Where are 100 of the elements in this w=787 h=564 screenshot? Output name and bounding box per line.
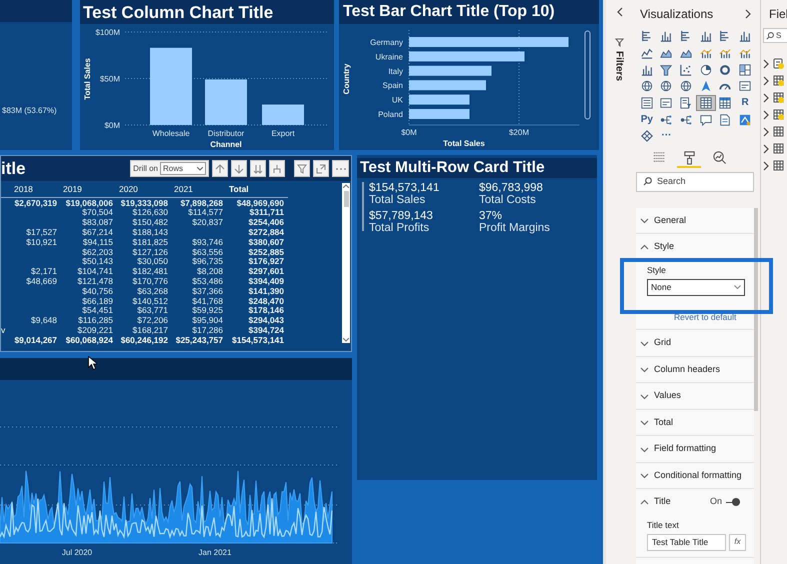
table-cell-text: $126,630 (132, 208, 169, 217)
format-tab[interactable] (677, 148, 701, 168)
section-header[interactable]: Column headers (640, 362, 720, 376)
field-label: Title text (647, 518, 680, 532)
category-label: Spain (382, 81, 403, 90)
speech-bubble-icon[interactable] (700, 114, 712, 126)
scrollbar-thumb[interactable] (754, 208, 758, 411)
section-header[interactable]: Style (640, 240, 674, 254)
table-cell-text: $66,189 (81, 296, 114, 306)
table-cell-text: $127,126 (132, 248, 169, 256)
card-icon[interactable] (739, 80, 752, 92)
column-chart-icon[interactable] (640, 64, 653, 76)
visual-button[interactable]: ··· (656, 128, 676, 145)
toggle-label: On (710, 495, 722, 508)
card-icon[interactable] (660, 97, 672, 110)
style-dropdown[interactable]: None (647, 278, 745, 296)
document-icon[interactable] (719, 114, 732, 126)
column-header: 2020 (118, 182, 139, 196)
table-cell-text: $17,286 (191, 326, 224, 334)
bar (409, 94, 470, 105)
pane-title: Visualizations (640, 6, 714, 23)
globe-icon[interactable] (660, 80, 672, 92)
category-label: Italy (388, 66, 403, 76)
column-chart-icon[interactable] (700, 30, 712, 42)
expand-level-button[interactable] (250, 160, 266, 177)
card-label: Total Costs (479, 194, 537, 206)
filter-icon (297, 164, 307, 174)
funnel-icon[interactable] (660, 64, 672, 76)
table-cell-text: $95,904 (191, 316, 224, 325)
toggle-switch[interactable] (726, 498, 740, 506)
search-field[interactable]: Search (636, 172, 754, 192)
table-cell-text: $188,143 (132, 228, 169, 237)
matrix-icon[interactable] (719, 97, 732, 110)
combo-chart-icon[interactable] (739, 47, 752, 60)
pie-chart-icon[interactable] (700, 64, 712, 76)
treemap-icon[interactable] (739, 64, 752, 76)
card-label: Profit Margins (479, 222, 551, 234)
expand-icon[interactable] (745, 9, 752, 19)
fx-button[interactable]: fx (729, 534, 746, 551)
data-label: $83M (53.67%) (2, 106, 57, 115)
table-cell-text: $2,670,319 (13, 198, 58, 208)
column-chart-icon[interactable] (660, 30, 672, 42)
paint-roller-icon (682, 150, 696, 165)
section-header[interactable]: General (640, 214, 686, 228)
bar-chart-icon[interactable] (719, 30, 732, 42)
slicer-icon[interactable] (680, 97, 692, 110)
bar-chart-icon[interactable] (640, 30, 653, 42)
section-header[interactable]: Total (640, 416, 674, 430)
table-cell-text: $2,171 (30, 267, 58, 276)
title-text-field[interactable]: Test Table Title (647, 534, 726, 551)
filters-label[interactable]: Filters (612, 51, 626, 82)
scrollbar-thumb[interactable] (344, 191, 348, 207)
table-cell-text: $70,504 (82, 208, 114, 217)
combo-chart-icon[interactable] (700, 47, 712, 60)
scrollbar[interactable] (584, 30, 590, 120)
bar-chart-icon[interactable] (680, 30, 692, 42)
focus-mode-button[interactable] (313, 160, 329, 177)
section-header[interactable]: Conditional formatting (640, 468, 742, 482)
filter-button[interactable] (294, 160, 310, 177)
area-chart-icon[interactable] (660, 47, 672, 60)
card-value: 37% (479, 210, 504, 222)
column-chart-icon[interactable] (739, 30, 752, 42)
drill-select[interactable]: Rows (160, 162, 206, 175)
diamond-icon[interactable] (640, 130, 653, 142)
line-chart-icon[interactable] (640, 47, 653, 60)
area-chart-icon[interactable] (680, 47, 692, 60)
arrow-icon[interactable] (700, 80, 712, 92)
total-cell-text: $154,573,141 (231, 336, 285, 344)
table-cell-text: $150,482 (132, 218, 169, 227)
collapse-icon[interactable] (616, 7, 622, 17)
section-header[interactable]: Field formatting (640, 442, 716, 456)
tick-label: $100M (96, 28, 120, 37)
expand-hierarchy-button[interactable] (269, 160, 285, 177)
visual-button[interactable]: R (735, 94, 755, 112)
category-label: Poland (378, 110, 403, 119)
section-header[interactable]: Grid (640, 336, 672, 350)
section-header[interactable]: Title (640, 495, 671, 509)
tree-icon[interactable] (660, 114, 672, 126)
table-cell-text: $294,043 (248, 316, 285, 325)
table-cell-text: $380,607 (248, 238, 285, 246)
revert-link[interactable]: Revert to default (674, 310, 754, 324)
total-cell-text: $9,014,267 (13, 336, 58, 344)
total-cell-text: $60,246,192 (120, 336, 169, 344)
section-header[interactable]: Values (640, 389, 681, 403)
combo-chart-icon[interactable] (719, 47, 732, 60)
scatter-chart-icon[interactable] (680, 64, 692, 76)
list-icon[interactable] (640, 97, 653, 110)
scroll-up-icon[interactable] (343, 184, 349, 188)
table-cell-text: $121,478 (76, 277, 114, 286)
drill-down-button[interactable] (231, 160, 247, 177)
drill-up-button[interactable] (212, 160, 228, 177)
scroll-down-icon[interactable] (343, 338, 349, 342)
visual-button[interactable]: Py (637, 111, 657, 128)
column-header: 2018 (13, 182, 34, 196)
donut-chart-icon[interactable] (719, 64, 732, 76)
globe-icon[interactable] (640, 80, 653, 92)
flow-icon[interactable] (739, 114, 752, 126)
tree-icon[interactable] (680, 114, 692, 126)
globe-icon[interactable] (680, 80, 692, 92)
search-field[interactable]: S (763, 28, 787, 43)
